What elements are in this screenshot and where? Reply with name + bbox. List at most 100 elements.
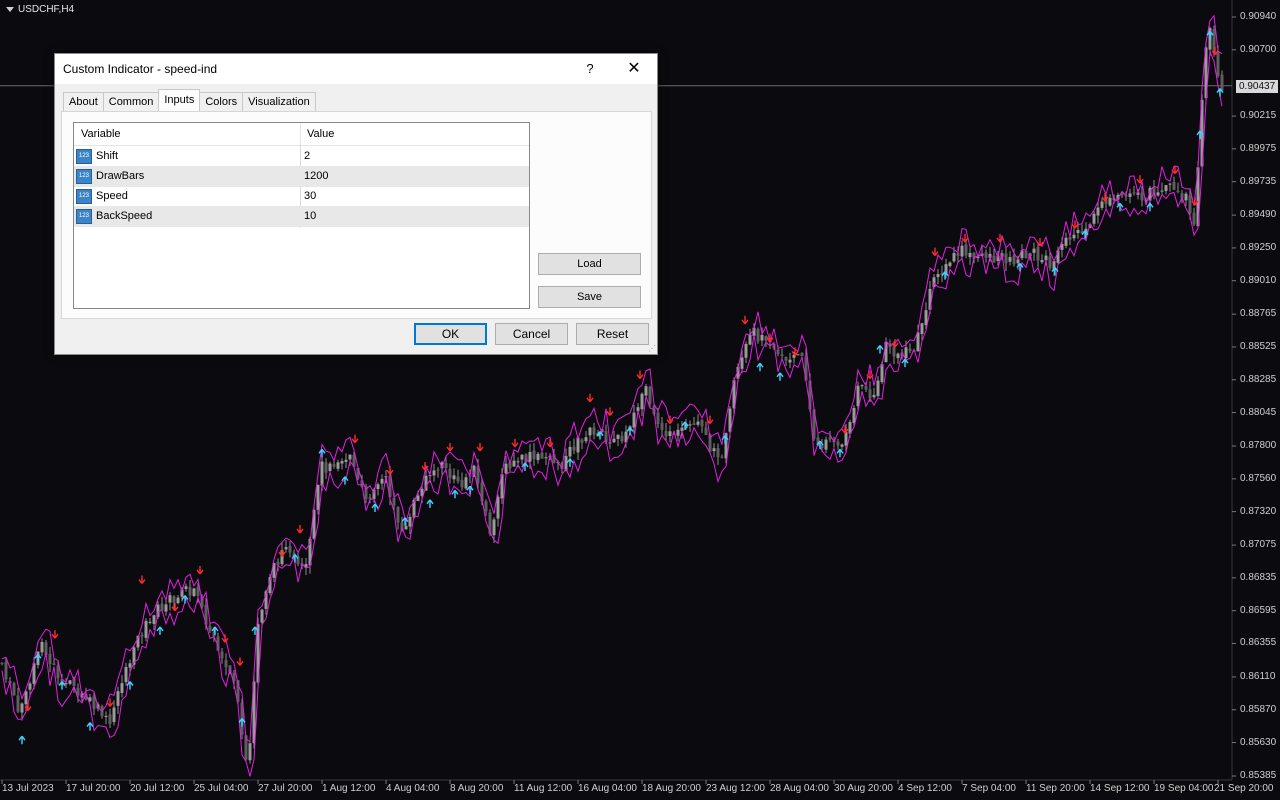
candle-body <box>540 452 544 459</box>
time-tick-label: 4 Sep 12:00 <box>898 783 952 794</box>
time-tick-label: 17 Jul 20:00 <box>66 783 121 794</box>
param-name: Speed <box>96 190 128 202</box>
tab-about[interactable]: About <box>63 92 104 111</box>
tab-visualization[interactable]: Visualization <box>242 92 316 111</box>
price-tick-label: 0.86595 <box>1240 604 1277 616</box>
resize-grip-icon[interactable]: ⋰ <box>648 345 656 353</box>
candle-body <box>572 446 576 451</box>
candle-body <box>324 462 328 473</box>
buy-arrow-icon <box>426 499 434 508</box>
sell-arrow-icon <box>586 393 594 403</box>
buy-arrow-icon <box>901 358 909 368</box>
candle-body <box>984 252 988 258</box>
price-tick-label: 0.87075 <box>1240 539 1277 551</box>
candle-body <box>1024 250 1028 259</box>
candle-body <box>1072 234 1076 239</box>
buy-arrow-icon <box>836 448 844 458</box>
custom-indicator-dialog: Custom Indicator - speed-ind ? ✕ About C… <box>54 53 658 355</box>
column-header-value[interactable]: Value <box>307 128 334 140</box>
column-header-variable[interactable]: Variable <box>81 128 121 140</box>
candle-body <box>828 437 832 440</box>
cancel-button[interactable]: Cancel <box>495 323 568 345</box>
dialog-titlebar[interactable]: Custom Indicator - speed-ind ? ✕ <box>55 54 657 84</box>
price-tick-label: 0.85385 <box>1240 770 1277 781</box>
symbol-label[interactable]: USDCHF,H4 <box>6 4 74 15</box>
candle-body <box>992 255 996 263</box>
candle-body <box>1064 237 1068 246</box>
candle-body <box>1156 192 1160 196</box>
candle-body <box>1100 201 1104 208</box>
sell-arrow-icon <box>511 438 519 448</box>
buy-arrow-icon <box>156 626 164 635</box>
candle-body <box>24 691 28 705</box>
column-divider[interactable] <box>300 123 301 145</box>
candle-body <box>740 357 744 369</box>
candle-body <box>824 439 828 450</box>
candle-body <box>916 332 920 352</box>
ok-button[interactable]: OK <box>414 323 487 345</box>
candle-body <box>1184 193 1188 201</box>
candle-body <box>784 356 788 361</box>
param-row-speed[interactable]: 123 Speed 30 <box>74 186 529 207</box>
help-button[interactable]: ? <box>577 56 603 82</box>
time-tick-label: 4 Aug 04:00 <box>386 783 440 794</box>
sell-arrow-icon <box>741 315 749 325</box>
price-tick-label: 0.90700 <box>1240 43 1277 55</box>
candle-body <box>580 439 584 443</box>
param-value[interactable]: 2 <box>304 150 310 162</box>
candle-body <box>872 394 876 398</box>
time-tick-label: 14 Sep 12:00 <box>1090 783 1150 794</box>
candle-body <box>432 470 436 476</box>
tab-inputs[interactable]: Inputs <box>158 89 201 111</box>
chevron-down-icon[interactable] <box>6 7 14 12</box>
time-tick-label: 30 Aug 20:00 <box>834 783 893 794</box>
sell-arrow-icon <box>296 524 304 534</box>
candle-body <box>392 497 396 506</box>
candle-body <box>404 525 408 530</box>
param-row-shift[interactable]: 123 Shift 2 <box>74 146 529 167</box>
price-tick-label: 0.86355 <box>1240 637 1277 649</box>
candle-body <box>220 651 224 659</box>
candle-body <box>380 478 384 484</box>
tab-common[interactable]: Common <box>102 92 160 111</box>
price-tick-label: 0.88045 <box>1240 406 1277 418</box>
param-name: DrawBars <box>96 170 145 182</box>
candle-body <box>340 461 344 464</box>
candle-body <box>1168 183 1172 185</box>
candle-body <box>164 604 168 612</box>
candle-body <box>92 696 96 709</box>
candle-body <box>460 480 464 488</box>
time-tick-label: 16 Aug 04:00 <box>578 783 637 794</box>
candle-body <box>756 329 760 342</box>
candle-body <box>336 462 340 469</box>
save-button[interactable]: Save <box>538 286 641 308</box>
candle-body <box>656 412 660 424</box>
param-value[interactable]: 1200 <box>304 170 328 182</box>
param-value[interactable]: 10 <box>304 210 316 222</box>
param-row-drawbars[interactable]: 123 DrawBars 1200 <box>74 166 529 187</box>
tab-colors[interactable]: Colors <box>199 92 244 111</box>
candle-body <box>128 663 132 668</box>
param-value[interactable]: 30 <box>304 190 316 202</box>
time-tick-label: 18 Aug 20:00 <box>642 783 701 794</box>
load-button[interactable]: Load <box>538 253 641 275</box>
current-price-badge: 0.90437 <box>1236 80 1279 93</box>
candle-body <box>1176 190 1180 192</box>
reset-button[interactable]: Reset <box>576 323 649 345</box>
price-tick-label: 0.87560 <box>1240 472 1277 484</box>
buy-arrow-icon <box>756 362 764 372</box>
candle-body <box>840 444 844 447</box>
candle-body <box>492 519 496 536</box>
candle-body <box>644 386 648 396</box>
candle-body <box>1188 195 1192 214</box>
price-tick-label: 0.86835 <box>1240 571 1277 583</box>
candle-body <box>140 634 144 637</box>
sell-arrow-icon <box>278 548 286 557</box>
candle-body <box>184 586 188 590</box>
candle-body <box>52 663 56 666</box>
close-icon[interactable]: ✕ <box>621 56 647 82</box>
param-row-backspeed[interactable]: 123 BackSpeed 10 <box>74 206 529 227</box>
candle-body <box>956 253 960 256</box>
candle-body <box>800 352 804 356</box>
inputs-grid[interactable]: Variable Value 123 Shift 2 123 DrawBars … <box>73 122 530 309</box>
